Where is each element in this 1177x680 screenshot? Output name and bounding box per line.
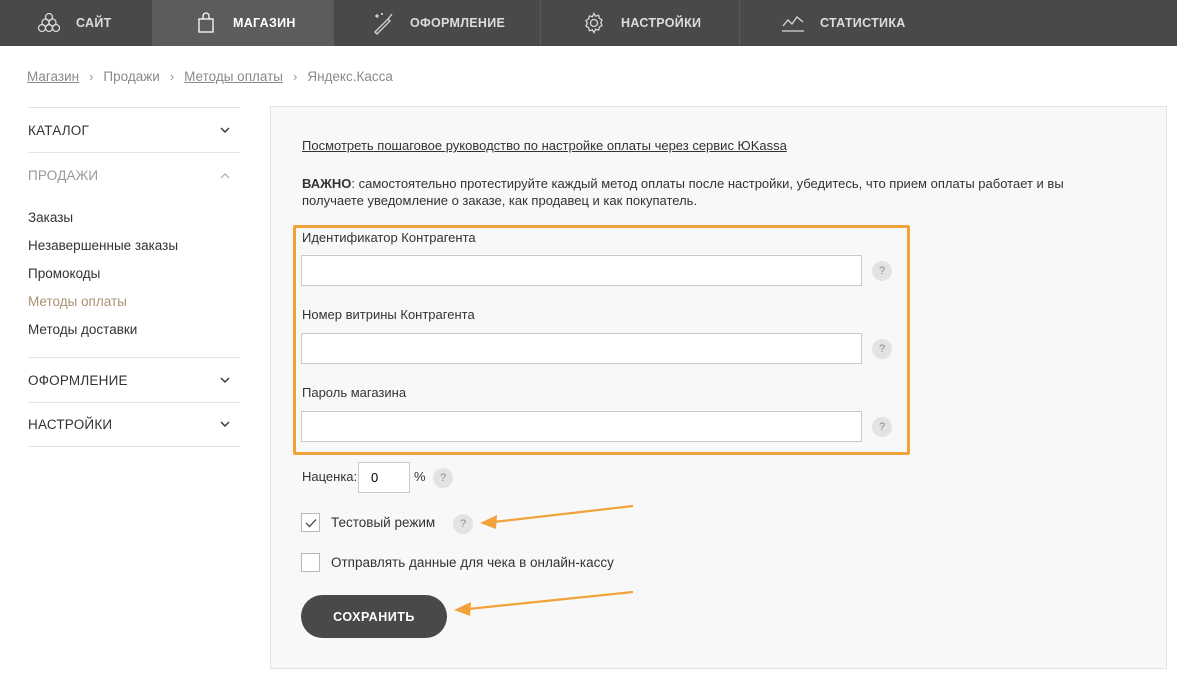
sidebar-group-catalog[interactable]: КАТАЛОГ	[28, 107, 240, 152]
tab-stats-label: СТАТИСТИКА	[820, 16, 906, 30]
sidebar: КАТАЛОГ ПРОДАЖИ Заказы Незавершенные зак…	[28, 107, 240, 447]
help-icon[interactable]: ?	[433, 468, 453, 488]
save-button[interactable]: СОХРАНИТЬ	[301, 595, 447, 638]
send-receipt-label: Отправлять данные для чека в онлайн-касс…	[331, 555, 614, 570]
showcase-number-label: Номер витрины Контрагента	[302, 307, 475, 322]
markup-unit: %	[414, 469, 426, 484]
help-icon[interactable]: ?	[872, 417, 892, 437]
sidebar-group-title: ПРОДАЖИ	[28, 167, 99, 183]
tab-shop[interactable]: МАГАЗИН	[153, 0, 334, 46]
shopping-bag-icon	[193, 10, 219, 36]
contractor-id-input[interactable]	[301, 255, 862, 286]
top-navigation: САЙТ МАГАЗИН ОФОРМЛЕНИЕ НАСТРОЙКИ СТАТИС…	[0, 0, 1177, 46]
gear-icon	[581, 10, 607, 36]
sidebar-group-sales[interactable]: ПРОДАЖИ	[28, 152, 240, 197]
help-icon[interactable]: ?	[872, 261, 892, 281]
shop-password-label: Пароль магазина	[302, 385, 407, 400]
shop-password-input[interactable]	[301, 411, 862, 442]
help-icon[interactable]: ?	[872, 339, 892, 359]
tab-settings[interactable]: НАСТРОЙКИ	[541, 0, 740, 46]
sidebar-item-payment-methods[interactable]: Методы оплаты	[28, 288, 240, 316]
chevron-up-icon	[218, 168, 232, 182]
send-receipt-checkbox[interactable]	[301, 553, 320, 572]
tab-site-label: САЙТ	[76, 16, 112, 30]
breadcrumb-separator-icon: ›	[169, 69, 175, 84]
line-chart-icon	[780, 10, 806, 36]
sidebar-item-promocodes[interactable]: Промокоды	[28, 260, 240, 288]
molecule-icon	[36, 10, 62, 36]
chevron-down-icon	[218, 123, 232, 137]
tab-site[interactable]: САЙТ	[0, 0, 153, 46]
chevron-down-icon	[218, 418, 232, 432]
sidebar-group-title: НАСТРОЙКИ	[28, 417, 113, 432]
settings-panel: Посмотреть пошаговое руководство по наст…	[270, 106, 1167, 669]
sidebar-item-delivery-methods[interactable]: Методы доставки	[28, 316, 240, 344]
test-mode-label: Тестовый режим	[331, 515, 436, 530]
markup-label: Наценка:	[302, 469, 358, 484]
important-label: ВАЖНО	[302, 176, 352, 191]
tab-stats[interactable]: СТАТИСТИКА	[740, 0, 1177, 46]
important-text: : самостоятельно протестируйте каждый ме…	[302, 176, 1064, 208]
sidebar-group-settings[interactable]: НАСТРОЙКИ	[28, 402, 240, 447]
magic-brush-icon	[370, 10, 396, 36]
sidebar-item-unfinished-orders[interactable]: Незавершенные заказы	[28, 232, 240, 260]
help-icon[interactable]: ?	[453, 514, 473, 534]
sidebar-group-title: ОФОРМЛЕНИЕ	[28, 372, 128, 388]
contractor-id-label: Идентификатор Контрагента	[302, 230, 476, 245]
sidebar-sales-items: Заказы Незавершенные заказы Промокоды Ме…	[28, 197, 240, 357]
breadcrumb-separator-icon: ›	[292, 69, 298, 84]
tab-shop-label: МАГАЗИН	[233, 16, 296, 30]
sidebar-item-orders[interactable]: Заказы	[28, 204, 240, 232]
test-mode-checkbox[interactable]	[301, 513, 320, 532]
breadcrumb-current: Яндекс.Касса	[307, 69, 393, 84]
important-note: ВАЖНО: самостоятельно протестируйте кажд…	[302, 175, 1102, 209]
breadcrumb-payment-methods[interactable]: Методы оплаты	[184, 69, 283, 84]
guide-link[interactable]: Посмотреть пошаговое руководство по наст…	[302, 138, 787, 153]
markup-input[interactable]	[358, 462, 410, 493]
breadcrumb: Магазин › Продажи › Методы оплаты › Янде…	[27, 69, 393, 84]
checkmark-icon	[305, 518, 317, 528]
tab-settings-label: НАСТРОЙКИ	[621, 16, 702, 30]
chevron-down-icon	[218, 373, 232, 387]
sidebar-group-design[interactable]: ОФОРМЛЕНИЕ	[28, 357, 240, 402]
tab-design-label: ОФОРМЛЕНИЕ	[410, 16, 506, 30]
breadcrumb-sales: Продажи	[103, 69, 160, 84]
breadcrumb-separator-icon: ›	[89, 69, 94, 84]
showcase-number-input[interactable]	[301, 333, 862, 364]
sidebar-group-title: КАТАЛОГ	[28, 122, 89, 138]
breadcrumb-shop[interactable]: Магазин	[27, 69, 79, 84]
tab-design[interactable]: ОФОРМЛЕНИЕ	[334, 0, 541, 46]
